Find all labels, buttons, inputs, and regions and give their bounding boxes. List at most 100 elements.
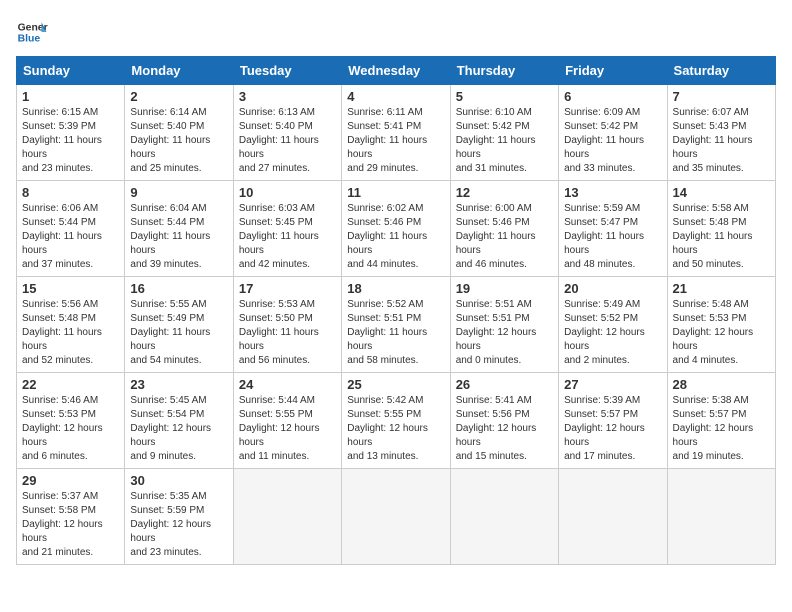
header-row: SundayMondayTuesdayWednesdayThursdayFrid… [17,57,776,85]
day-number: 7 [673,89,770,104]
calendar-cell: 10 Sunrise: 6:03 AMSunset: 5:45 PMDayligh… [233,181,341,277]
day-info: Sunrise: 5:38 AMSunset: 5:57 PMDaylight:… [673,394,770,464]
calendar-week-4: 29 Sunrise: 5:37 AMSunset: 5:58 PMDayligh… [17,469,776,565]
page-header: General Blue [16,16,776,48]
calendar-cell: 21 Sunrise: 5:48 AMSunset: 5:53 PMDayligh… [667,277,775,373]
day-number: 13 [564,185,661,200]
day-info: Sunrise: 6:10 AMSunset: 5:42 PMDaylight:… [456,106,553,176]
day-info: Sunrise: 6:15 AMSunset: 5:39 PMDaylight:… [22,106,119,176]
day-number: 26 [456,377,553,392]
day-number: 6 [564,89,661,104]
day-number: 14 [673,185,770,200]
calendar-cell: 20 Sunrise: 5:49 AMSunset: 5:52 PMDayligh… [559,277,667,373]
column-header-saturday: Saturday [667,57,775,85]
logo-icon: General Blue [16,16,48,48]
calendar-cell: 14 Sunrise: 5:58 AMSunset: 5:48 PMDayligh… [667,181,775,277]
day-info: Sunrise: 6:02 AMSunset: 5:46 PMDaylight:… [347,202,444,272]
column-header-sunday: Sunday [17,57,125,85]
calendar-cell: 8 Sunrise: 6:06 AMSunset: 5:44 PMDaylight… [17,181,125,277]
day-info: Sunrise: 6:14 AMSunset: 5:40 PMDaylight:… [130,106,227,176]
calendar-cell: 19Sunrise: 5:51 AMSunset: 5:51 PMDayligh… [450,277,558,373]
day-number: 10 [239,185,336,200]
calendar-cell: 27 Sunrise: 5:39 AMSunset: 5:57 PMDayligh… [559,373,667,469]
calendar-week-0: 1Sunrise: 6:15 AMSunset: 5:39 PMDaylight… [17,85,776,181]
day-info: Sunrise: 5:55 AMSunset: 5:49 PMDaylight:… [130,298,227,368]
logo: General Blue [16,16,48,48]
day-info: Sunrise: 5:49 AMSunset: 5:52 PMDaylight:… [564,298,661,368]
day-info: Sunrise: 5:44 AMSunset: 5:55 PMDaylight:… [239,394,336,464]
calendar-cell: 26 Sunrise: 5:41 AMSunset: 5:56 PMDayligh… [450,373,558,469]
calendar-cell: 30 Sunrise: 5:35 AMSunset: 5:59 PMDayligh… [125,469,233,565]
calendar-week-2: 15 Sunrise: 5:56 AMSunset: 5:48 PMDayligh… [17,277,776,373]
day-info: Sunrise: 5:41 AMSunset: 5:56 PMDaylight:… [456,394,553,464]
day-number: 3 [239,89,336,104]
day-number: 18 [347,281,444,296]
day-number: 15 [22,281,119,296]
day-number: 21 [673,281,770,296]
calendar-cell [450,469,558,565]
calendar-cell: 17 Sunrise: 5:53 AMSunset: 5:50 PMDayligh… [233,277,341,373]
calendar-week-1: 8 Sunrise: 6:06 AMSunset: 5:44 PMDaylight… [17,181,776,277]
calendar-cell: 28 Sunrise: 5:38 AMSunset: 5:57 PMDayligh… [667,373,775,469]
day-number: 22 [22,377,119,392]
calendar-cell: 25 Sunrise: 5:42 AMSunset: 5:55 PMDayligh… [342,373,450,469]
day-info: Sunrise: 5:48 AMSunset: 5:53 PMDaylight:… [673,298,770,368]
calendar-cell: 12 Sunrise: 6:00 AMSunset: 5:46 PMDayligh… [450,181,558,277]
day-info: Sunrise: 5:46 AMSunset: 5:53 PMDaylight:… [22,394,119,464]
day-number: 24 [239,377,336,392]
calendar-cell [559,469,667,565]
day-info: Sunrise: 5:45 AMSunset: 5:54 PMDaylight:… [130,394,227,464]
calendar-cell [342,469,450,565]
day-info: Sunrise: 5:35 AMSunset: 5:59 PMDaylight:… [130,490,227,560]
day-info: Sunrise: 5:52 AMSunset: 5:51 PMDaylight:… [347,298,444,368]
day-number: 30 [130,473,227,488]
day-number: 12 [456,185,553,200]
calendar-cell [667,469,775,565]
day-number: 27 [564,377,661,392]
calendar-cell: 29 Sunrise: 5:37 AMSunset: 5:58 PMDayligh… [17,469,125,565]
day-number: 16 [130,281,227,296]
day-number: 25 [347,377,444,392]
calendar-cell: 2 Sunrise: 6:14 AMSunset: 5:40 PMDaylight… [125,85,233,181]
day-info: Sunrise: 6:03 AMSunset: 5:45 PMDaylight:… [239,202,336,272]
calendar-cell: 11 Sunrise: 6:02 AMSunset: 5:46 PMDayligh… [342,181,450,277]
column-header-thursday: Thursday [450,57,558,85]
calendar-cell: 1Sunrise: 6:15 AMSunset: 5:39 PMDaylight… [17,85,125,181]
column-header-friday: Friday [559,57,667,85]
day-number: 28 [673,377,770,392]
calendar-cell: 24 Sunrise: 5:44 AMSunset: 5:55 PMDayligh… [233,373,341,469]
day-info: Sunrise: 5:56 AMSunset: 5:48 PMDaylight:… [22,298,119,368]
day-number: 2 [130,89,227,104]
day-number: 20 [564,281,661,296]
day-info: Sunrise: 5:37 AMSunset: 5:58 PMDaylight:… [22,490,119,560]
calendar-cell: 18 Sunrise: 5:52 AMSunset: 5:51 PMDayligh… [342,277,450,373]
day-info: Sunrise: 6:09 AMSunset: 5:42 PMDaylight:… [564,106,661,176]
calendar-cell: 6 Sunrise: 6:09 AMSunset: 5:42 PMDaylight… [559,85,667,181]
day-info: Sunrise: 6:00 AMSunset: 5:46 PMDaylight:… [456,202,553,272]
svg-text:Blue: Blue [18,34,41,45]
calendar-cell: 4Sunrise: 6:11 AMSunset: 5:41 PMDaylight… [342,85,450,181]
day-number: 4 [347,89,444,104]
day-number: 29 [22,473,119,488]
day-info: Sunrise: 5:42 AMSunset: 5:55 PMDaylight:… [347,394,444,464]
day-info: Sunrise: 5:39 AMSunset: 5:57 PMDaylight:… [564,394,661,464]
calendar-table: SundayMondayTuesdayWednesdayThursdayFrid… [16,56,776,565]
day-info: Sunrise: 5:53 AMSunset: 5:50 PMDaylight:… [239,298,336,368]
calendar-cell: 15 Sunrise: 5:56 AMSunset: 5:48 PMDayligh… [17,277,125,373]
day-info: Sunrise: 5:59 AMSunset: 5:47 PMDaylight:… [564,202,661,272]
day-info: Sunrise: 6:06 AMSunset: 5:44 PMDaylight:… [22,202,119,272]
calendar-cell [233,469,341,565]
calendar-cell: 7 Sunrise: 6:07 AMSunset: 5:43 PMDaylight… [667,85,775,181]
day-info: Sunrise: 6:04 AMSunset: 5:44 PMDaylight:… [130,202,227,272]
day-number: 11 [347,185,444,200]
day-number: 9 [130,185,227,200]
column-header-tuesday: Tuesday [233,57,341,85]
calendar-cell: 5Sunrise: 6:10 AMSunset: 5:42 PMDaylight… [450,85,558,181]
calendar-cell: 22 Sunrise: 5:46 AMSunset: 5:53 PMDayligh… [17,373,125,469]
day-info: Sunrise: 5:58 AMSunset: 5:48 PMDaylight:… [673,202,770,272]
day-info: Sunrise: 6:13 AMSunset: 5:40 PMDaylight:… [239,106,336,176]
day-info: Sunrise: 6:07 AMSunset: 5:43 PMDaylight:… [673,106,770,176]
calendar-cell: 23Sunrise: 5:45 AMSunset: 5:54 PMDayligh… [125,373,233,469]
day-number: 17 [239,281,336,296]
day-number: 8 [22,185,119,200]
